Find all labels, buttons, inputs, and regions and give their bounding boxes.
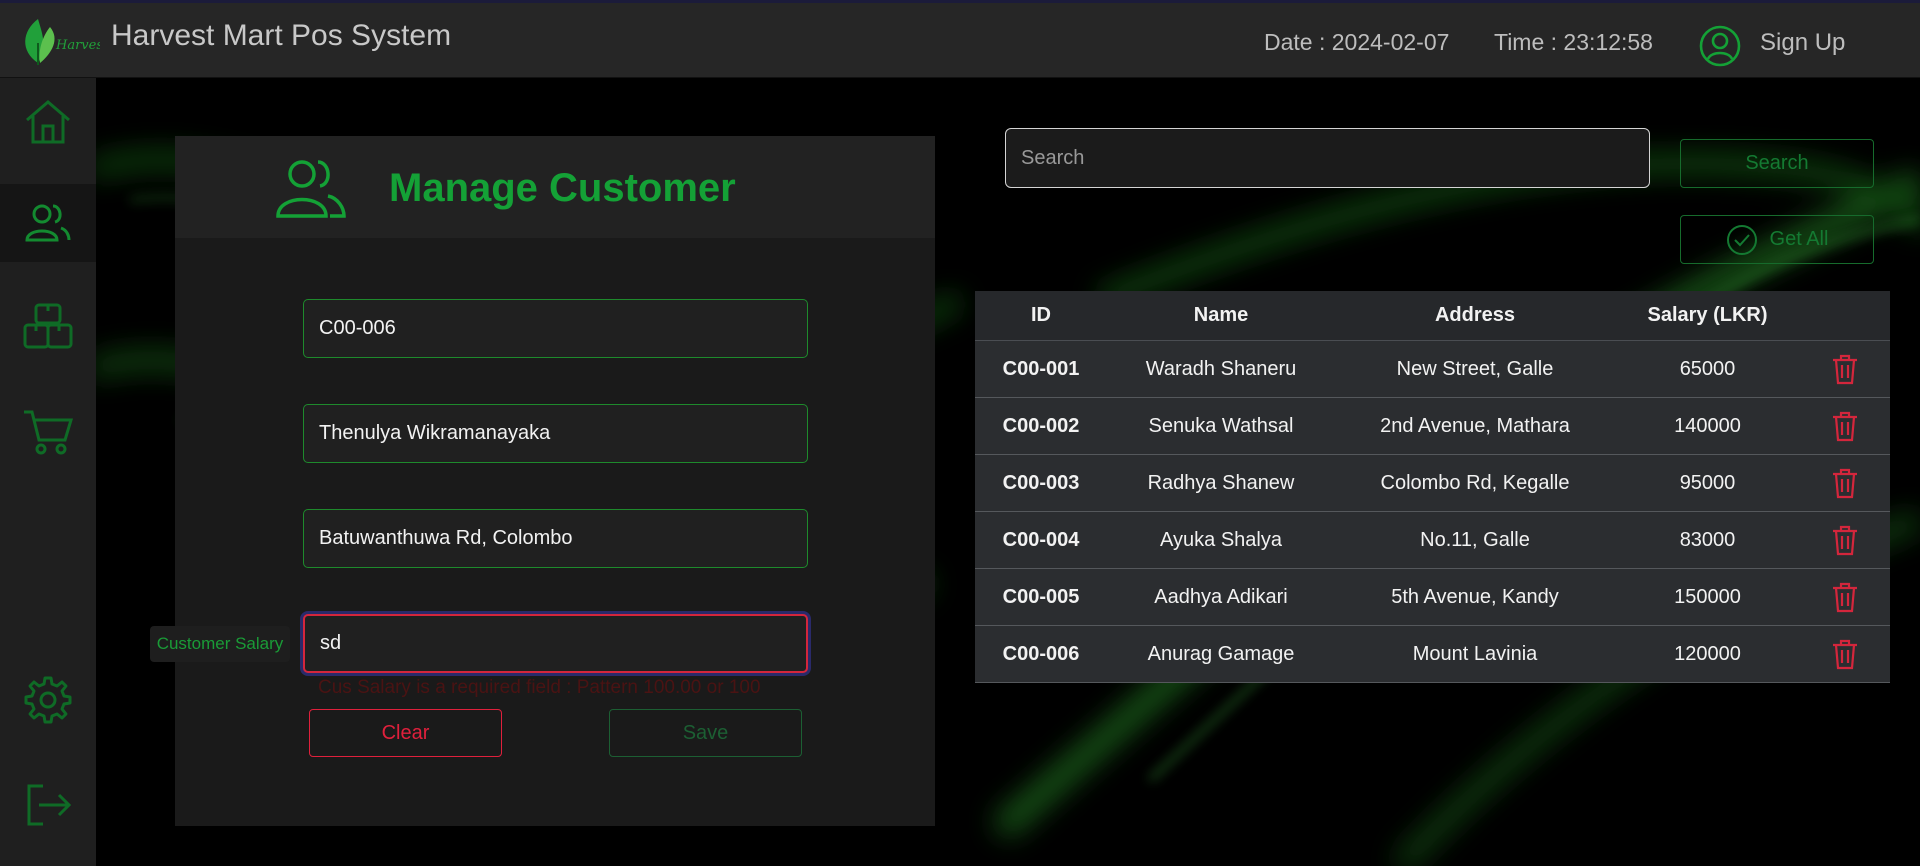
cell-salary: 120000 <box>1674 642 1741 665</box>
get-all-button[interactable]: Get All <box>1680 215 1874 264</box>
column-header-salary: Salary (LKR) <box>1647 304 1768 326</box>
cell-name: Radhya Shanew <box>1147 471 1295 494</box>
cell-id: C00-005 <box>1002 585 1080 608</box>
sidebar-item-items[interactable] <box>0 287 96 365</box>
column-header-id: ID <box>1031 304 1051 326</box>
cell-id: C00-004 <box>1002 528 1080 551</box>
cell-salary: 83000 <box>1679 528 1736 551</box>
sign-up-link[interactable]: Sign Up <box>1760 29 1845 57</box>
cell-id: C00-002 <box>1002 414 1080 437</box>
cell-address: No.11, Galle <box>1420 528 1530 551</box>
cart-icon <box>24 410 74 455</box>
cell-address: Mount Lavinia <box>1412 642 1538 665</box>
time-display: Time : 23:12:58 <box>1494 29 1653 55</box>
cell-action <box>1800 524 1890 556</box>
logout-icon <box>27 784 72 826</box>
app-title: Harvest Mart Pos System <box>111 19 452 52</box>
table-row[interactable]: C00-004 Ayuka Shalya No.11, Galle 83000 <box>975 512 1890 569</box>
gear-icon <box>24 676 72 724</box>
table-row[interactable]: C00-002 Senuka Wathsal 2nd Avenue, Matha… <box>975 398 1890 455</box>
harvest-logo: Harvest <box>25 19 100 65</box>
search-button[interactable]: Search <box>1680 139 1874 188</box>
customer-salary-field[interactable]: sd <box>303 614 808 673</box>
user-circle-icon[interactable] <box>1698 24 1742 68</box>
save-button[interactable]: Save <box>609 709 802 757</box>
table-row[interactable]: C00-005 Aadhya Adikari 5th Avenue, Kandy… <box>975 569 1890 626</box>
table-row[interactable]: C00-001 Waradh Shaneru New Street, Galle… <box>975 341 1890 398</box>
top-bar: Harvest Harvest Mart Pos System Date : 2… <box>0 0 1920 78</box>
cell-action <box>1800 467 1890 499</box>
search-input[interactable]: Search <box>1005 128 1650 188</box>
cell-id: C00-003 <box>1002 471 1080 494</box>
table-row[interactable]: C00-003 Radhya Shanew Colombo Rd, Kegall… <box>975 455 1890 512</box>
form-header: Manage Customer <box>175 136 935 238</box>
sidebar-item-logout[interactable] <box>0 766 96 844</box>
cell-salary: 150000 <box>1674 585 1741 608</box>
app-root: Harvest Harvest Mart Pos System Date : 2… <box>0 0 1920 866</box>
customer-form-card: Manage Customer C00-006 Thenulya Wikrama… <box>150 136 935 826</box>
trash-icon[interactable] <box>1830 410 1860 442</box>
trash-icon[interactable] <box>1830 467 1860 499</box>
get-all-label: Get All <box>1769 228 1829 250</box>
clear-button[interactable]: Clear <box>309 709 502 757</box>
sidebar-item-orders[interactable] <box>0 392 96 470</box>
cell-id: C00-006 <box>1002 642 1080 665</box>
check-circle-icon <box>1726 224 1757 255</box>
cell-name: Senuka Wathsal <box>1148 414 1294 437</box>
table-row[interactable]: C00-006 Anurag Gamage Mount Lavinia 1200… <box>975 626 1890 683</box>
trash-icon[interactable] <box>1830 581 1860 613</box>
trash-icon[interactable] <box>1830 353 1860 385</box>
cell-address: 2nd Avenue, Mathara <box>1380 414 1570 437</box>
cell-address: 5th Avenue, Kandy <box>1391 585 1559 608</box>
cell-action <box>1800 410 1890 442</box>
customer-name-field[interactable]: Thenulya Wikramanayaka <box>303 404 808 463</box>
cell-action <box>1800 638 1890 670</box>
boxes-icon <box>23 303 73 349</box>
sidebar-item-settings[interactable] <box>0 661 96 739</box>
cell-name: Waradh Shaneru <box>1145 357 1297 380</box>
customer-table: ID Name Address Salary (LKR) C00-001 War… <box>975 291 1890 683</box>
column-header-address: Address <box>1434 304 1516 326</box>
cell-address: New Street, Galle <box>1396 357 1554 380</box>
cell-name: Anurag Gamage <box>1147 642 1295 665</box>
cell-name: Ayuka Shalya <box>1160 528 1282 551</box>
form-title: Manage Customer <box>389 166 736 210</box>
cell-id: C00-001 <box>1002 357 1080 380</box>
salary-error-message: Cus Salary is a required field : Pattern… <box>318 677 761 698</box>
cell-salary: 140000 <box>1674 414 1741 437</box>
customer-id-field[interactable]: C00-006 <box>303 299 808 358</box>
cell-address: Colombo Rd, Kegalle <box>1380 471 1570 494</box>
customer-address-field[interactable]: Batuwanthuwa Rd, Colombo <box>303 509 808 568</box>
logo-text: Harvest <box>55 38 100 53</box>
column-header-name: Name <box>1193 304 1249 326</box>
salary-field-label: Customer Salary <box>150 626 290 662</box>
cell-salary: 65000 <box>1679 357 1736 380</box>
sidebar <box>0 78 96 866</box>
cell-salary: 95000 <box>1679 471 1736 494</box>
sidebar-item-customers[interactable] <box>0 184 96 262</box>
sidebar-item-home[interactable] <box>0 82 96 160</box>
home-icon <box>26 100 70 144</box>
cell-action <box>1800 353 1890 385</box>
users-icon <box>276 160 346 218</box>
trash-icon[interactable] <box>1830 638 1860 670</box>
table-header-row: ID Name Address Salary (LKR) <box>975 291 1890 341</box>
date-display: Date : 2024-02-07 <box>1264 29 1450 55</box>
users-icon <box>25 204 71 242</box>
cell-action <box>1800 581 1890 613</box>
cell-name: Aadhya Adikari <box>1154 585 1288 608</box>
trash-icon[interactable] <box>1830 524 1860 556</box>
